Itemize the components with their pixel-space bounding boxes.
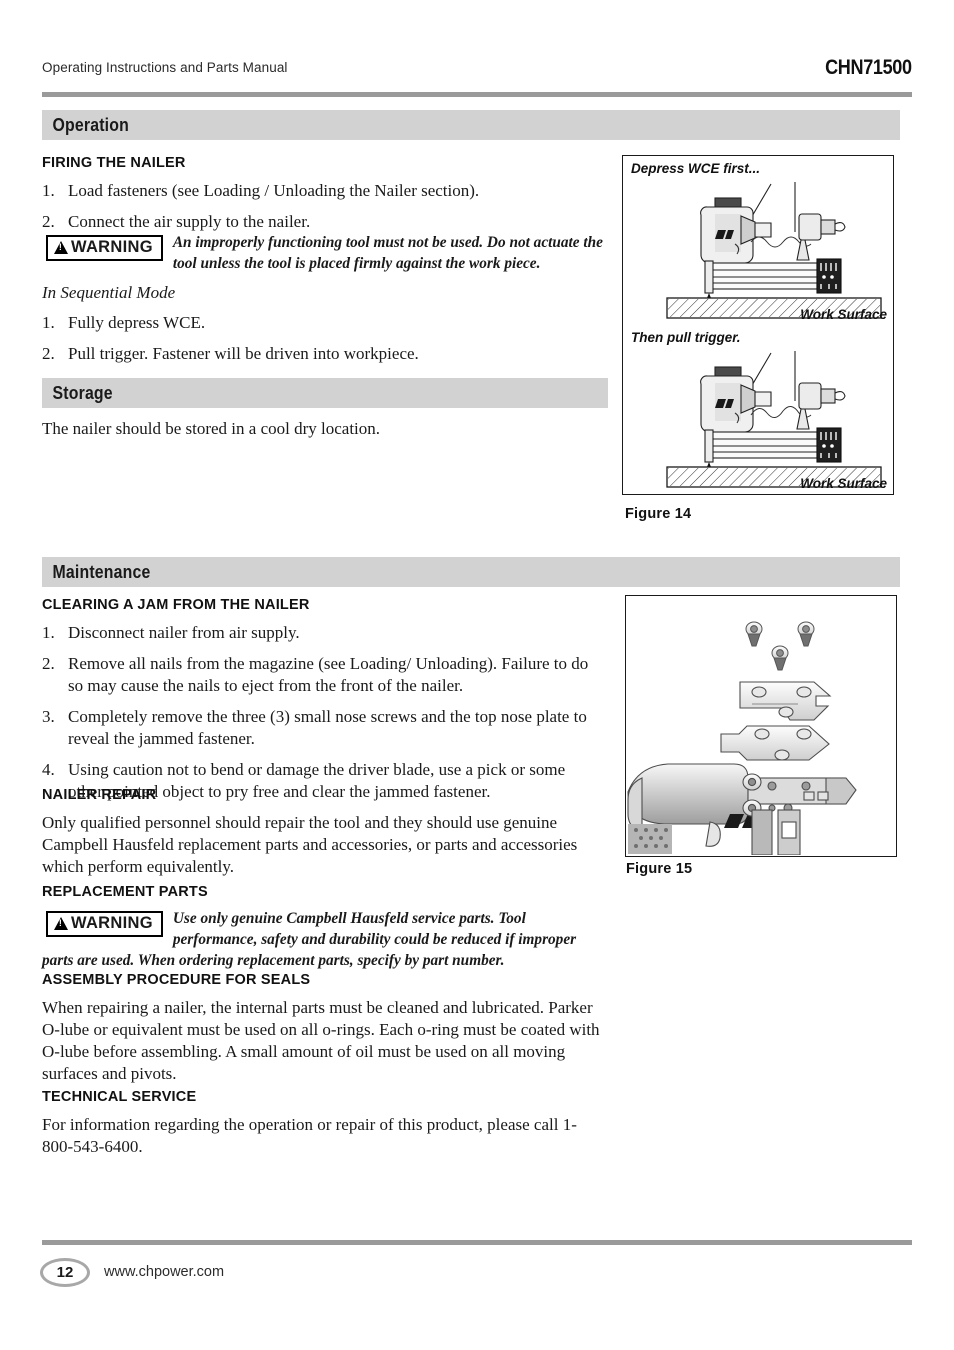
list-item-number: 3. (42, 706, 55, 726)
list-item: 3. Completely remove the three (3) small… (42, 706, 604, 750)
nailer-repair-block: NAILER REPAIR Only qualified personnel s… (42, 787, 604, 889)
storage-block: The nailer should be stored in a cool dr… (42, 418, 604, 451)
sequential-mode-steps-list: 1. Fully depress WCE. 2. Pull trigger. F… (42, 312, 604, 365)
replacement-parts-heading: REPLACEMENT PARTS (42, 884, 208, 900)
section-bar-operation-label: Operation (52, 114, 129, 135)
running-head: Operating Instructions and Parts Manual (42, 60, 288, 75)
section-bar-storage-label: Storage (52, 382, 113, 403)
list-item-text: Remove all nails from the magazine (see … (68, 653, 589, 695)
list-item-text: Disconnect nailer from air supply. (68, 623, 300, 642)
clearing-a-jam-steps-list: 1. Disconnect nailer from air supply. 2.… (42, 622, 604, 802)
technical-service-block: TECHNICAL SERVICE For information regard… (42, 1089, 604, 1169)
clearing-a-jam-block: CLEARING A JAM FROM THE NAILER 1. Discon… (42, 597, 604, 811)
warning-triangle-icon (54, 917, 68, 930)
nailer-nose-exploded-illustration (627, 621, 857, 856)
warning-badge-label: WARNING (71, 914, 153, 932)
warning-badge: WARNING (46, 235, 163, 261)
page-number-badge: 12 (40, 1258, 90, 1287)
firing-steps-list: 1. Load fasteners (see Loading / Unloadi… (42, 180, 604, 233)
list-item: 2. Connect the air supply to the nailer. (42, 211, 604, 233)
nailer-illustration-depress-wce (666, 182, 882, 319)
figure-15-caption: Figure 15 (626, 861, 693, 877)
section-bar-maintenance: Maintenance (42, 557, 900, 587)
sequential-mode-block: In Sequential Mode 1. Fully depress WCE.… (42, 283, 604, 374)
technical-service-text: For information regarding the operation … (42, 1115, 577, 1156)
footer-rule (42, 1240, 912, 1245)
model-number: CHN71500 (825, 56, 912, 79)
list-item-text: Completely remove the three (3) small no… (68, 706, 587, 748)
warning-callout-replacement-parts: WARNING Use only genuine Campbell Hausfe… (42, 909, 604, 972)
list-item: 2. Pull trigger. Fastener will be driven… (42, 343, 604, 365)
lower-nose-plate (720, 725, 830, 761)
list-item-number: 1. (42, 181, 55, 200)
list-item-number: 4. (42, 759, 55, 779)
list-item-text: Fully depress WCE. (68, 313, 206, 332)
list-item-number: 1. (42, 313, 55, 332)
list-item: 1. Disconnect nailer from air supply. (42, 622, 604, 644)
figure-14: Depress WCE first... Work Surface Then p… (622, 155, 894, 495)
nose-screw (771, 645, 789, 671)
list-item: 2. Remove all nails from the magazine (s… (42, 653, 604, 697)
figure-14-bottom-work-surface-label: Work Surface (800, 476, 887, 491)
list-item-text: Pull trigger. Fastener will be driven in… (68, 343, 419, 363)
list-item-text: Load fasteners (see Loading / Unloading … (68, 181, 480, 200)
firing-the-nailer-block: FIRING THE NAILER 1. Load fasteners (see… (42, 155, 604, 242)
nailer-repair-text: Only qualified personnel should repair t… (42, 813, 578, 876)
storage-text: The nailer should be stored in a cool dr… (42, 419, 381, 438)
assembly-procedure-text: When repairing a nailer, the internal pa… (42, 998, 600, 1083)
figure-15 (625, 595, 897, 857)
list-item: 1. Load fasteners (see Loading / Unloadi… (42, 180, 604, 202)
warning-badge-label: WARNING (71, 238, 153, 256)
nose-screw (745, 621, 763, 647)
nailer-body (627, 763, 758, 854)
section-bar-maintenance-label: Maintenance (52, 561, 151, 582)
warning-triangle-icon (54, 241, 68, 254)
clearing-a-jam-heading: CLEARING A JAM FROM THE NAILER (42, 597, 310, 613)
warning-callout-firing: WARNING An improperly functioning tool m… (42, 233, 604, 275)
nailer-illustration-pull-trigger (666, 351, 882, 488)
list-item-text: Connect the air supply to the nailer. (68, 211, 311, 231)
manual-page: Operating Instructions and Parts Manual … (0, 0, 954, 1350)
figure-14-top-work-surface-label: Work Surface (800, 307, 887, 322)
replacement-parts-block: REPLACEMENT PARTS WARNING Use only genui… (42, 884, 604, 972)
nailer-repair-heading: NAILER REPAIR (42, 787, 157, 803)
section-bar-storage: Storage (42, 378, 608, 408)
figure-14-caption: Figure 14 (625, 506, 692, 522)
assembly-procedure-heading: ASSEMBLY PROCEDURE FOR SEALS (42, 972, 311, 988)
sequential-mode-lead: In Sequential Mode (42, 283, 176, 302)
nose-assembly (742, 773, 857, 856)
technical-service-heading: TECHNICAL SERVICE (42, 1089, 197, 1105)
list-item-number: 2. (42, 343, 55, 363)
firing-the-nailer-heading: FIRING THE NAILER (42, 155, 186, 171)
figure-14-panel-top: Depress WCE first... Work Surface (623, 156, 893, 325)
footer-url: www.chpower.com (104, 1264, 225, 1280)
list-item-number: 2. (42, 211, 55, 231)
assembly-procedure-block: ASSEMBLY PROCEDURE FOR SEALS When repair… (42, 972, 604, 1096)
list-item-number: 2. (42, 653, 55, 673)
header-rule (42, 92, 912, 97)
figure-14-panel-bottom: Then pull trigger. Work Surface (623, 325, 893, 494)
list-item-number: 1. (42, 623, 55, 642)
section-bar-operation: Operation (42, 110, 900, 140)
top-nose-plate (739, 681, 832, 721)
nose-screw (797, 621, 815, 647)
list-item: 1. Fully depress WCE. (42, 312, 604, 334)
warning-badge: WARNING (46, 911, 163, 937)
